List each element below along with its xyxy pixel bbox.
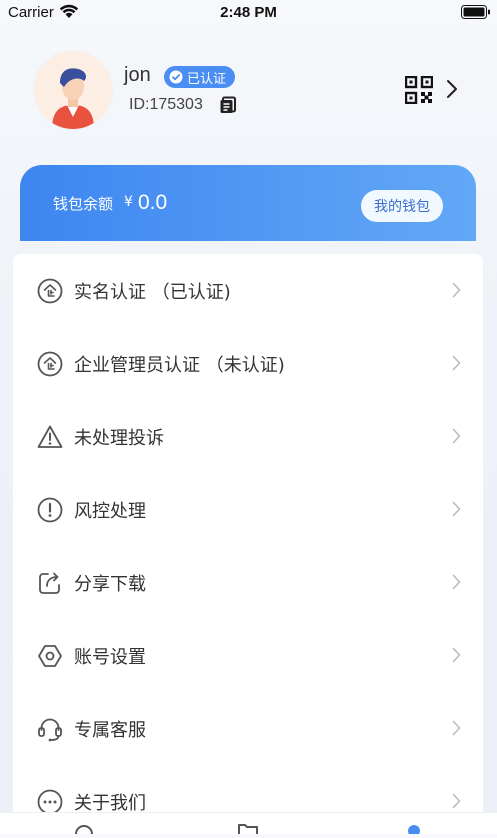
menu-item-label: 企业管理员认证 （未认证) (74, 355, 285, 376)
wallet-balance-label: 钱包余额 (53, 195, 114, 213)
verified-check-icon (169, 70, 183, 84)
profile-tab-icon[interactable] (402, 822, 426, 834)
chevron-right-icon (452, 501, 461, 517)
menu-item-label: 分享下载 (74, 574, 146, 595)
chevron-right-icon (452, 720, 461, 736)
menu-item-customer-service[interactable]: 专属客服 (13, 692, 483, 765)
menu-item-label: 风控处理 (74, 501, 146, 522)
wallet-balance-amount: 0.0 (138, 191, 168, 214)
verified-badge: 已认证 (164, 66, 236, 88)
hexagon-settings-icon (38, 645, 62, 667)
menu-list: 实名认证 （已认证) 企业管理员认证 （未认证) 未处理投诉 风控处理 分享下载… (13, 254, 483, 834)
avatar[interactable] (34, 51, 112, 129)
headset-icon (38, 718, 62, 742)
my-wallet-button[interactable]: 我的钱包 (361, 190, 443, 222)
wallet-card: 钱包余额 ¥ 0.0 我的钱包 (20, 165, 476, 241)
qr-code-icon[interactable] (405, 76, 433, 104)
chevron-right-icon (452, 647, 461, 663)
user-id: ID:175303 (129, 96, 203, 113)
avatar-person-icon (34, 51, 112, 129)
menu-item-risk-control[interactable]: 风控处理 (13, 473, 483, 546)
menu-item-share-download[interactable]: 分享下载 (13, 546, 483, 619)
clock-time: 2:48 PM (220, 4, 277, 21)
battery-icon (461, 5, 490, 19)
chevron-right-icon (452, 574, 461, 590)
menu-item-label: 未处理投诉 (74, 428, 164, 449)
menu-item-label: 账号设置 (74, 647, 146, 668)
status-bar: Carrier 2:48 PM (0, 0, 497, 26)
menu-item-unprocessed-complaints[interactable]: 未处理投诉 (13, 400, 483, 473)
folder-tab-icon[interactable] (236, 822, 260, 834)
menu-item-enterprise-admin-verification[interactable]: 企业管理员认证 （未认证) (13, 327, 483, 400)
wallet-currency-symbol: ¥ (124, 194, 133, 210)
menu-item-account-settings[interactable]: 账号设置 (13, 619, 483, 692)
enterprise-badge-icon (37, 351, 63, 377)
warning-triangle-icon (37, 425, 63, 448)
search-tab-icon[interactable] (72, 822, 96, 834)
verified-label: 已认证 (187, 71, 227, 87)
chevron-right-icon (452, 428, 461, 444)
exclamation-circle-icon (37, 497, 63, 523)
chevron-right-icon[interactable] (445, 78, 459, 100)
share-icon (39, 572, 60, 594)
copy-icon[interactable] (219, 96, 237, 114)
menu-item-real-name-verification[interactable]: 实名认证 （已认证) (13, 254, 483, 327)
bottom-tab-bar (0, 812, 497, 834)
menu-item-label: 专属客服 (74, 720, 146, 741)
chevron-right-icon (452, 282, 461, 298)
username: jon (124, 64, 151, 86)
chevron-right-icon (452, 355, 461, 371)
chevron-right-icon (452, 793, 461, 809)
menu-item-label: 实名认证 （已认证) (74, 282, 231, 303)
enterprise-badge-icon (37, 278, 63, 304)
